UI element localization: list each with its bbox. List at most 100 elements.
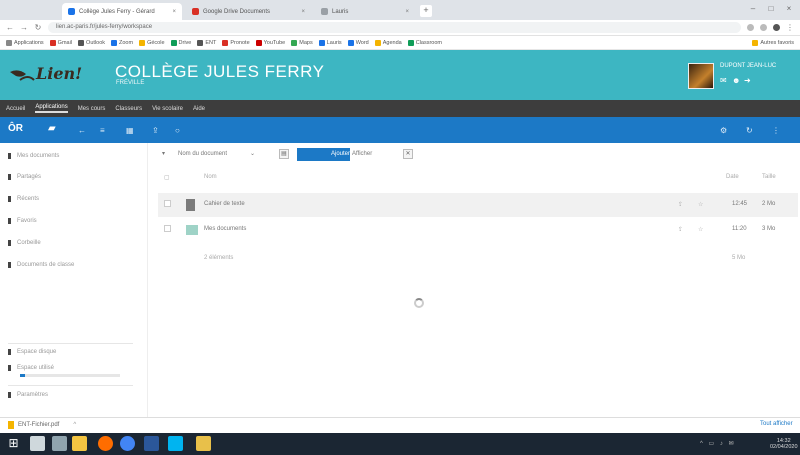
nav-item-aide[interactable]: Aide xyxy=(193,106,205,112)
extension-icon[interactable] xyxy=(747,24,754,31)
grid-icon[interactable]: ▦ xyxy=(126,125,134,137)
explorer-icon[interactable] xyxy=(72,436,87,451)
star-icon[interactable]: ☆ xyxy=(698,201,703,208)
chevron-up-icon[interactable]: ^ xyxy=(73,422,76,428)
delete-icon[interactable]: ✕ xyxy=(403,149,413,159)
share-icon[interactable]: ⇪ xyxy=(678,201,683,208)
view-label: Afficher xyxy=(352,151,373,157)
extension-icon[interactable] xyxy=(760,24,767,31)
user-name[interactable]: DUPONT JEAN-LUC xyxy=(720,63,776,69)
list-icon[interactable]: ≡ xyxy=(100,125,105,137)
file-name[interactable]: Cahier de texte xyxy=(204,201,245,207)
sidebar-item-partages[interactable]: Partagés xyxy=(8,174,41,180)
sort-select[interactable]: Nom du document xyxy=(178,150,227,159)
nav-item-applications[interactable]: Applications xyxy=(35,104,68,113)
bookmark-item[interactable]: Word xyxy=(347,39,369,46)
file-name[interactable]: Mes documents xyxy=(204,226,246,232)
tab-college[interactable]: Collège Jules Ferry - Gérard × xyxy=(62,3,182,20)
nav-item-mes-cours[interactable]: Mes cours xyxy=(78,106,106,112)
forward-icon[interactable]: → xyxy=(20,23,28,32)
sidebar-item-documents-classe[interactable]: Documents de classe xyxy=(8,262,74,268)
store-icon[interactable] xyxy=(168,436,183,451)
arrow-left-icon[interactable]: ← xyxy=(78,125,86,137)
close-icon[interactable]: × xyxy=(172,9,176,15)
minimize-icon[interactable]: – xyxy=(746,4,760,14)
maximize-icon[interactable]: □ xyxy=(764,4,778,14)
search-icon[interactable]: ○ xyxy=(175,125,180,137)
chrome-icon[interactable] xyxy=(120,436,135,451)
bullet-icon xyxy=(8,262,11,268)
firefox-icon[interactable] xyxy=(98,436,113,451)
bookmark-item[interactable]: Zoom xyxy=(111,39,133,46)
bookmark-item[interactable]: Pronote xyxy=(222,39,250,46)
search-icon[interactable] xyxy=(30,436,45,451)
clock[interactable]: 14:32 02/04/2020 xyxy=(770,438,798,450)
share-icon[interactable]: ⇪ xyxy=(152,125,159,137)
avatar[interactable] xyxy=(688,63,714,89)
settings-icon[interactable]: ⚙ xyxy=(720,125,727,137)
sidebar-item-parametres[interactable]: Paramètres xyxy=(8,392,48,398)
tab-favicon-icon xyxy=(68,8,75,15)
bookmark-item[interactable]: ENT xyxy=(197,39,216,46)
table-row[interactable]: Mes documents ⇪ ☆ 11:20 3 Mo xyxy=(158,218,798,242)
close-icon[interactable]: × xyxy=(405,9,409,15)
reload-icon[interactable]: ↻ xyxy=(34,23,42,32)
more-icon[interactable]: ⋮ xyxy=(772,125,780,137)
close-window-icon[interactable]: × xyxy=(782,4,796,14)
close-icon[interactable]: × xyxy=(301,9,305,15)
bookmark-item[interactable]: Agenda xyxy=(374,39,402,46)
url-input[interactable]: lien.ac-paris.fr/jules-ferry/workspace xyxy=(48,22,741,33)
star-icon[interactable]: ☆ xyxy=(698,226,703,233)
bookmark-item[interactable]: Lauris xyxy=(318,39,342,46)
folder-icon[interactable]: ▰ xyxy=(48,123,56,135)
bookmark-item[interactable]: Classroom xyxy=(407,39,442,46)
folder-icon[interactable] xyxy=(196,436,211,451)
logo[interactable]: Lien! xyxy=(8,64,103,86)
sidebar-item-recents[interactable]: Récents xyxy=(8,196,39,202)
tab-lauris[interactable]: Lauris × xyxy=(315,3,415,20)
column-size[interactable]: Taille xyxy=(762,174,776,180)
bookmark-item[interactable]: Maps xyxy=(291,39,313,46)
download-item[interactable]: ENT-Fichier.pdf ^ xyxy=(8,421,76,429)
share-icon[interactable]: ⇪ xyxy=(678,226,683,233)
nav-item-accueil[interactable]: Accueil xyxy=(6,106,25,112)
table-row[interactable]: Cahier de texte ⇪ ☆ 12:45 2 Mo xyxy=(158,193,798,217)
column-date[interactable]: Date xyxy=(726,174,739,180)
table-header: ▢ Nom Date Taille xyxy=(158,172,798,184)
mail-icon[interactable]: ✉ xyxy=(720,76,727,85)
new-tab-button[interactable]: + xyxy=(420,5,432,17)
system-tray[interactable]: ^ ▭ ♪ ✉ xyxy=(700,440,736,447)
select-all-checkbox[interactable]: ▢ xyxy=(164,174,170,181)
nav-item-classeurs[interactable]: Classeurs xyxy=(115,106,142,112)
column-name[interactable]: Nom xyxy=(204,174,217,180)
word-icon[interactable] xyxy=(144,436,159,451)
bookmark-item[interactable]: Outlook xyxy=(78,39,105,46)
row-checkbox[interactable] xyxy=(164,200,171,207)
add-button[interactable]: Ajouter xyxy=(297,148,350,161)
bookmark-item[interactable]: Gmail xyxy=(49,39,72,46)
chevron-down-icon[interactable]: ⌄ xyxy=(250,150,255,159)
bookmark-item[interactable]: Gécole xyxy=(139,39,165,46)
row-checkbox[interactable] xyxy=(164,225,171,232)
profile-icon[interactable] xyxy=(773,24,780,31)
refresh-icon[interactable]: ↻ xyxy=(746,125,753,137)
bookmark-item[interactable]: YouTube xyxy=(255,39,285,46)
task-view-icon[interactable] xyxy=(52,436,67,451)
sidebar-item-mes-documents[interactable]: Mes documents xyxy=(8,153,59,159)
start-icon[interactable]: ⊞ xyxy=(6,436,21,451)
sidebar-item-favoris[interactable]: Favoris xyxy=(8,218,37,224)
tab-drive[interactable]: Google Drive Documents × xyxy=(186,3,311,20)
back-icon[interactable]: ← xyxy=(6,23,14,32)
nav-item-vie-scolaire[interactable]: Vie scolaire xyxy=(152,106,183,112)
user-icon[interactable]: ☻ xyxy=(732,76,740,85)
view-toggle-button[interactable]: ▤ xyxy=(279,149,289,159)
show-all-downloads-link[interactable]: Tout afficher xyxy=(760,421,793,427)
sidebar-item-corbeille[interactable]: Corbeille xyxy=(8,240,41,246)
other-bookmarks[interactable]: Autres favoris xyxy=(752,39,794,46)
menu-icon[interactable]: ⋮ xyxy=(786,23,794,32)
logout-icon[interactable]: ➜ xyxy=(744,76,751,85)
bookmark-item[interactable]: Applications xyxy=(6,39,44,46)
app-logo[interactable]: ÔR xyxy=(8,123,23,135)
bookmark-item[interactable]: Drive xyxy=(170,39,191,46)
sort-chevron-icon[interactable]: ▾ xyxy=(162,150,165,159)
